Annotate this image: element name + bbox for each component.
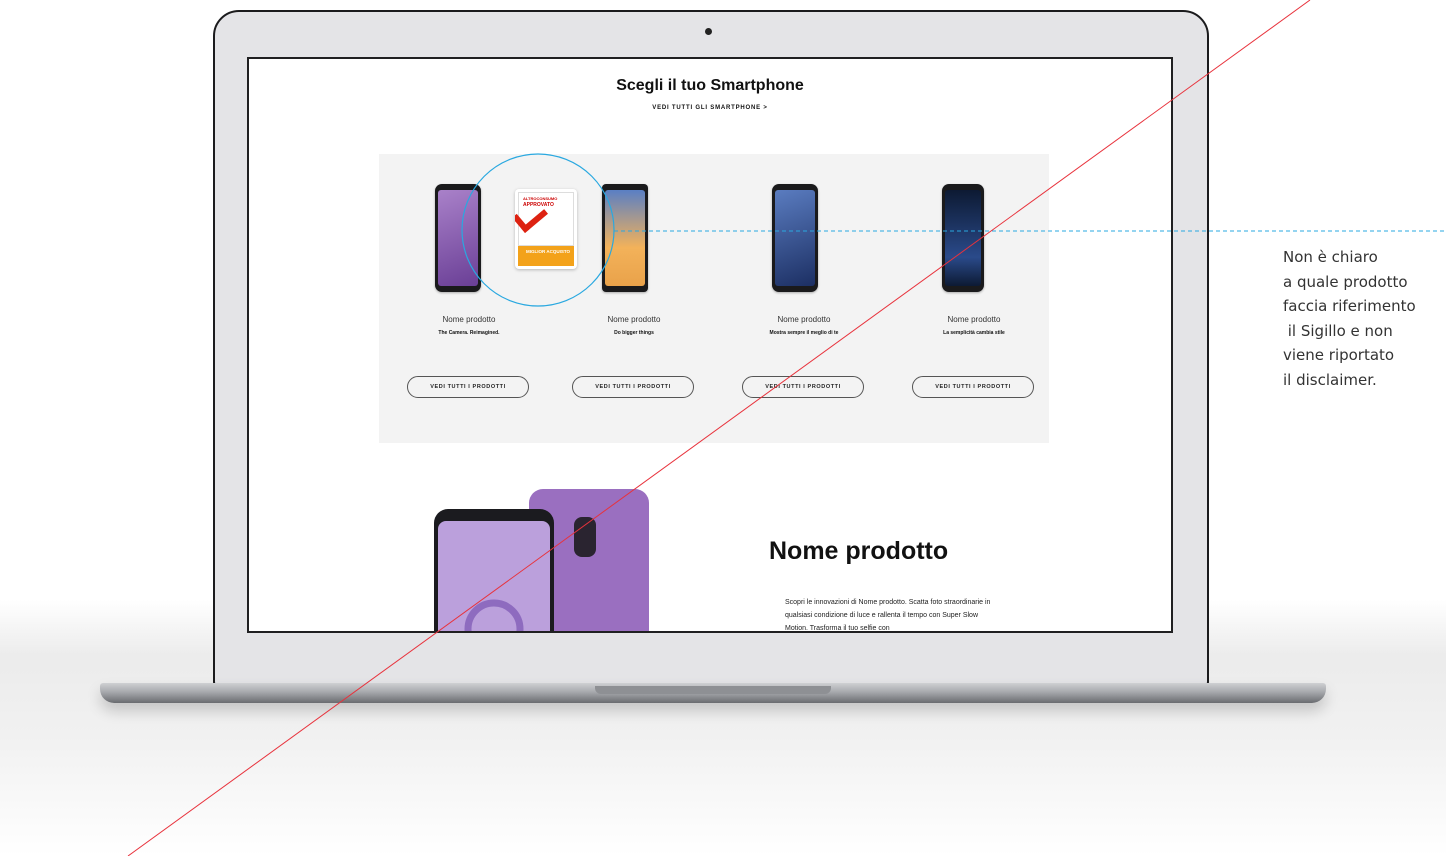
phone-image <box>942 184 984 292</box>
hero-description: Scopri le innovazioni di Nome prodotto. … <box>785 599 991 632</box>
phone-image <box>772 184 818 292</box>
camera-icon <box>705 28 712 35</box>
phone-display <box>438 190 478 286</box>
note-line: a quale prodotto <box>1283 272 1408 291</box>
product-name: Nome prodotto <box>777 315 831 324</box>
phone-display <box>945 190 981 286</box>
product-tagline: The Camera. Reimagined. <box>438 330 500 336</box>
product-name: Nome prodotto <box>947 315 1001 324</box>
phone-image <box>602 184 648 292</box>
mockup-stage: Scegli il tuo Smartphone VEDI TUTTI GLI … <box>0 0 1446 856</box>
product-card: Nome prodotto Mostra sempre il meglio di… <box>724 154 884 443</box>
product-card: Nome prodotto La semplicità cambia stile… <box>894 154 1054 443</box>
product-tagline: Do bigger things <box>614 330 654 336</box>
seal-brand: ALTROCONSUMO <box>523 196 558 201</box>
see-all-smartphones-link[interactable]: VEDI TUTTI GLI SMARTPHONE > <box>249 105 1171 111</box>
hero-title: Nome prodotto <box>769 537 949 565</box>
hero-product-image <box>434 489 649 631</box>
see-all-products-button[interactable]: VEDI TUTTI I PRODOTTI <box>407 376 529 398</box>
see-all-products-button[interactable]: VEDI TUTTI I PRODOTTI <box>912 376 1034 398</box>
product-card: Nome prodotto Do bigger things VEDI TUTT… <box>554 154 714 443</box>
annotation-note: Non è chiaro a quale prodotto faccia rif… <box>1283 245 1416 392</box>
note-line: il Sigillo e non <box>1283 321 1393 340</box>
note-line: faccia riferimento <box>1283 297 1416 315</box>
laptop-notch <box>595 686 831 694</box>
phone-image <box>435 184 481 292</box>
note-line: il disclaimer. <box>1283 370 1377 389</box>
laptop-screen: Scegli il tuo Smartphone VEDI TUTTI GLI … <box>247 57 1173 633</box>
product-tagline: La semplicità cambia stile <box>943 330 1005 336</box>
phone-front-display <box>438 521 550 631</box>
note-line: Non è chiaro <box>1283 248 1378 266</box>
phone-display <box>605 190 645 286</box>
see-all-products-button[interactable]: VEDI TUTTI I PRODOTTI <box>572 376 694 398</box>
product-tagline: Mostra sempre il meglio di te <box>769 330 839 336</box>
note-line: viene riportato <box>1283 346 1395 364</box>
camera-module <box>574 517 596 557</box>
phone-display <box>775 190 815 286</box>
product-name: Nome prodotto <box>607 315 661 324</box>
product-grid: Nome prodotto The Camera. Reimagined. VE… <box>379 154 1049 443</box>
product-name: Nome prodotto <box>442 315 496 324</box>
section-title: Scegli il tuo Smartphone <box>616 77 804 94</box>
see-all-products-button[interactable]: VEDI TUTTI I PRODOTTI <box>742 376 864 398</box>
